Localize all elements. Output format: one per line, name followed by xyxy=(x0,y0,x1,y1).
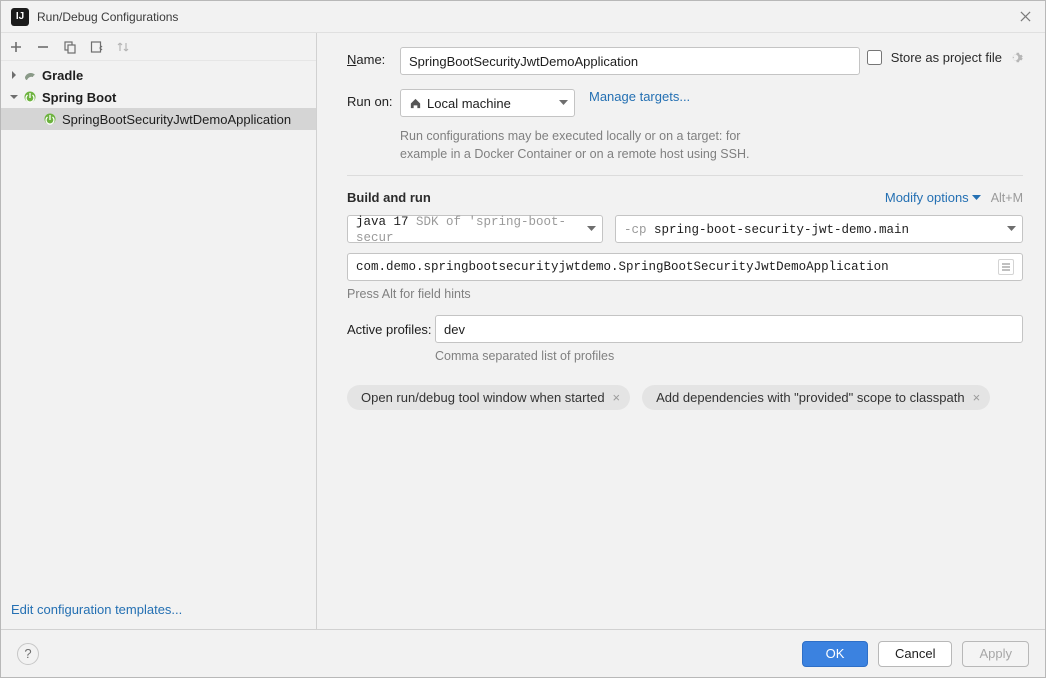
name-label: Name: xyxy=(347,47,400,67)
apply-button: Apply xyxy=(962,641,1029,667)
main-class-input[interactable]: com.demo.springbootsecurityjwtdemo.Sprin… xyxy=(347,253,1023,281)
tree-node-springboot[interactable]: Spring Boot xyxy=(1,86,316,108)
remove-icon[interactable] xyxy=(34,38,52,56)
sidebar-footer: Edit configuration templates... xyxy=(1,594,316,629)
chip-provided-scope[interactable]: Add dependencies with "provided" scope t… xyxy=(642,385,990,410)
option-chips: Open run/debug tool window when started … xyxy=(347,385,1023,410)
runon-select[interactable]: Local machine xyxy=(400,89,575,117)
sort-icon[interactable] xyxy=(115,38,133,56)
home-icon xyxy=(409,97,422,110)
list-icon[interactable] xyxy=(998,259,1014,275)
gradle-icon xyxy=(21,68,39,82)
add-icon[interactable] xyxy=(7,38,25,56)
tree-label: Spring Boot xyxy=(42,90,116,105)
runon-value: Local machine xyxy=(427,96,553,111)
sidebar-toolbar xyxy=(1,33,316,61)
divider xyxy=(347,175,1023,176)
store-label: Store as project file xyxy=(891,50,1002,65)
alt-hint: Press Alt for field hints xyxy=(347,287,1023,301)
store-checkbox[interactable] xyxy=(867,50,882,65)
runon-hint: Run configurations may be executed local… xyxy=(400,127,1023,163)
name-input[interactable] xyxy=(400,47,860,75)
springboot-icon xyxy=(21,90,39,104)
tree-node-config[interactable]: SpringBootSecurityJwtDemoApplication xyxy=(1,108,316,130)
dialog-body: Gradle Spring Boot SpringBootSecurityJwt… xyxy=(1,33,1045,677)
cancel-button[interactable]: Cancel xyxy=(878,641,952,667)
runon-label: Run on: xyxy=(347,89,400,109)
help-icon[interactable]: ? xyxy=(17,643,39,665)
copy-icon[interactable] xyxy=(61,38,79,56)
gear-icon[interactable] xyxy=(1008,50,1023,65)
edit-templates-link[interactable]: Edit configuration templates... xyxy=(11,602,182,617)
store-as-project-file: Store as project file xyxy=(863,47,1023,68)
close-icon[interactable]: × xyxy=(613,390,621,405)
app-icon: IJ xyxy=(11,8,29,26)
tree-label: SpringBootSecurityJwtDemoApplication xyxy=(62,112,291,127)
tree-node-gradle[interactable]: Gradle xyxy=(1,64,316,86)
window-title: Run/Debug Configurations xyxy=(37,10,1015,24)
modify-options-link[interactable]: Modify options xyxy=(885,190,981,205)
chevron-down-icon xyxy=(1007,226,1016,232)
chevron-down-icon xyxy=(587,226,596,232)
profiles-hint: Comma separated list of profiles xyxy=(435,349,1023,363)
jdk-select[interactable]: java 17 SDK of 'spring-boot-secur xyxy=(347,215,603,243)
sidebar: Gradle Spring Boot SpringBootSecurityJwt… xyxy=(1,33,317,629)
classpath-select[interactable]: -cp spring-boot-security-jwt-demo.main xyxy=(615,215,1023,243)
main-split: Gradle Spring Boot SpringBootSecurityJwt… xyxy=(1,33,1045,629)
dialog-footer: ? OK Cancel Apply xyxy=(1,629,1045,677)
runon-row: Run on: Local machine Manage targets... xyxy=(347,89,1023,117)
content-panel: Name: Store as project file Run on: Loca… xyxy=(317,33,1045,629)
profiles-row: Active profiles: xyxy=(347,315,1023,343)
close-icon[interactable] xyxy=(1015,7,1035,27)
manage-targets-link[interactable]: Manage targets... xyxy=(589,89,690,104)
profiles-input[interactable] xyxy=(435,315,1023,343)
build-run-selects: java 17 SDK of 'spring-boot-secur -cp sp… xyxy=(347,215,1023,243)
chevron-down-icon xyxy=(559,100,568,106)
save-template-icon[interactable] xyxy=(88,38,106,56)
modify-options-wrap: Modify options Alt+M xyxy=(885,190,1023,205)
chevron-right-icon xyxy=(7,71,21,79)
config-tree: Gradle Spring Boot SpringBootSecurityJwt… xyxy=(1,61,316,594)
main-class-row: com.demo.springbootsecurityjwtdemo.Sprin… xyxy=(347,253,1023,281)
profiles-label: Active profiles: xyxy=(347,322,435,337)
name-row: Name: Store as project file xyxy=(347,47,1023,75)
dialog-window: IJ Run/Debug Configurations xyxy=(0,0,1046,678)
section-title: Build and run xyxy=(347,190,431,205)
build-run-head: Build and run Modify options Alt+M xyxy=(347,190,1023,205)
chevron-down-icon xyxy=(7,93,21,101)
chip-open-tool-window[interactable]: Open run/debug tool window when started … xyxy=(347,385,630,410)
modify-kbd: Alt+M xyxy=(991,191,1023,205)
ok-button[interactable]: OK xyxy=(802,641,868,667)
springboot-icon xyxy=(41,112,59,126)
close-icon[interactable]: × xyxy=(973,390,981,405)
chevron-down-icon xyxy=(972,195,981,201)
tree-label: Gradle xyxy=(42,68,83,83)
titlebar: IJ Run/Debug Configurations xyxy=(1,1,1045,33)
